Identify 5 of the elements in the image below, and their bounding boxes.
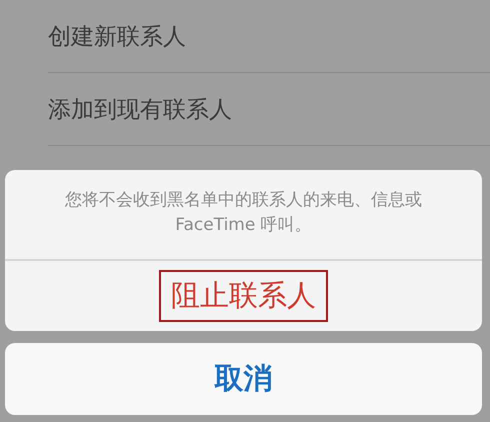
action-sheet-message: 您将不会收到黑名单中的联系人的来电、信息或 FaceTime 呼叫。 <box>5 170 482 260</box>
list-item-label: 添加到现有联系人 <box>48 96 232 124</box>
list-item-label: 创建新联系人 <box>48 22 186 52</box>
block-contact-button[interactable]: 阻止联系人 <box>159 270 328 322</box>
cancel-button[interactable]: 取消 <box>5 343 482 416</box>
